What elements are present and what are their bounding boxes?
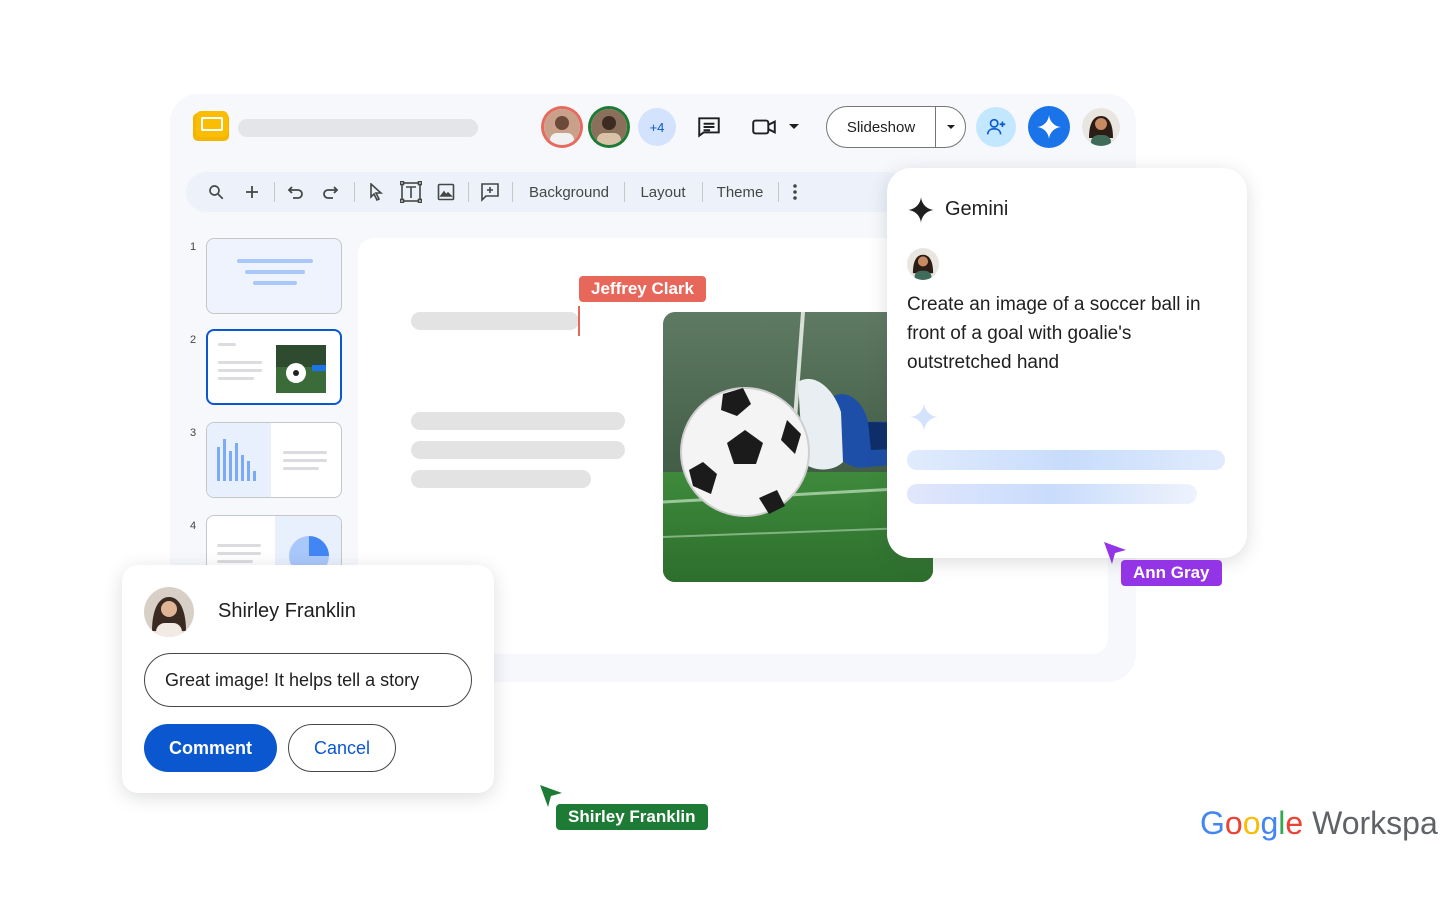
cursor-label-ann: Ann Gray — [1121, 560, 1222, 586]
google-workspace-logo: Google Workspa — [1200, 805, 1438, 842]
background-button[interactable]: Background — [520, 172, 618, 212]
search-icon[interactable] — [200, 172, 232, 212]
body-placeholder-bar — [411, 412, 625, 430]
body-placeholder-bar — [411, 470, 591, 488]
slide-thumbnail-3[interactable] — [206, 422, 342, 498]
slideshow-button[interactable]: Slideshow — [826, 106, 966, 148]
more-vert-icon[interactable] — [784, 172, 806, 212]
commenter-avatar — [144, 587, 194, 637]
comments-icon[interactable] — [694, 112, 724, 142]
gemini-title: Gemini — [945, 198, 1009, 220]
toolbar-divider — [274, 182, 275, 202]
slide-thumbnail-1[interactable] — [206, 238, 342, 314]
redo-icon[interactable] — [314, 172, 346, 212]
gemini-icon[interactable] — [1028, 106, 1070, 148]
commenter-name: Shirley Franklin — [218, 600, 356, 622]
prompt-user-avatar — [907, 248, 939, 280]
plus-icon[interactable] — [236, 172, 268, 212]
layout-button[interactable]: Layout — [632, 172, 694, 212]
comment-add-icon[interactable] — [474, 172, 506, 212]
image-icon[interactable] — [430, 172, 462, 212]
toolbar-divider — [778, 182, 779, 202]
title-bar: +4 Slideshow — [170, 94, 1136, 164]
logo-letter: G — [1200, 805, 1225, 841]
comment-button[interactable]: Comment — [144, 724, 277, 772]
textbox-icon[interactable] — [394, 172, 428, 212]
user-avatar[interactable] — [1082, 108, 1120, 146]
gemini-panel: Gemini Create an image of a soccer ball … — [887, 168, 1247, 558]
slide-number: 3 — [190, 427, 197, 439]
text-caret-jeffrey — [578, 306, 580, 336]
slides-logo-icon[interactable] — [192, 110, 230, 142]
loading-shimmer-bar — [907, 484, 1197, 504]
loading-shimmer-bar — [907, 450, 1225, 470]
more-collaborators-badge[interactable]: +4 — [638, 108, 676, 146]
collaborator-avatar[interactable] — [544, 109, 580, 145]
logo-letter: g — [1260, 805, 1279, 841]
toolbar-divider — [354, 182, 355, 202]
comment-input[interactable] — [144, 653, 472, 707]
theme-button[interactable]: Theme — [710, 172, 770, 212]
gemini-prompt-text: Create an image of a soccer ball in fron… — [907, 294, 1201, 373]
slide-number: 1 — [190, 241, 197, 253]
toolbar-divider — [512, 182, 513, 202]
gemini-loading-sparkle-icon — [910, 403, 938, 431]
slideshow-label: Slideshow — [846, 118, 916, 136]
slide-thumbnail-2[interactable] — [206, 329, 342, 405]
share-icon[interactable] — [976, 107, 1016, 147]
collaborator-avatar[interactable] — [591, 109, 627, 145]
toolbar-divider — [702, 182, 703, 202]
video-call-icon[interactable] — [748, 112, 780, 142]
chevron-down-icon[interactable] — [784, 116, 804, 138]
gemini-sparkle-icon — [908, 197, 934, 223]
logo-workspace-text: Workspa — [1303, 805, 1438, 841]
select-icon[interactable] — [360, 172, 392, 212]
title-placeholder-bar — [411, 312, 579, 330]
logo-letter: o — [1224, 805, 1243, 841]
cursor-label-shirley: Shirley Franklin — [556, 804, 708, 830]
cursor-label-jeffrey: Jeffrey Clark — [579, 276, 707, 302]
toolbar-divider — [624, 182, 625, 202]
comment-card: Shirley Franklin Comment Cancel — [122, 565, 494, 793]
undo-icon[interactable] — [280, 172, 312, 212]
logo-letter: o — [1242, 805, 1261, 841]
editor-toolbar: Background Layout Theme — [186, 172, 906, 212]
logo-letter: e — [1285, 805, 1304, 841]
slide-number: 4 — [190, 520, 197, 532]
slide-number: 2 — [190, 334, 197, 346]
toolbar-divider — [468, 182, 469, 202]
body-placeholder-bar — [411, 441, 625, 459]
document-title-placeholder[interactable] — [238, 119, 478, 137]
slideshow-options-icon[interactable] — [936, 124, 965, 130]
cancel-button[interactable]: Cancel — [288, 724, 396, 772]
